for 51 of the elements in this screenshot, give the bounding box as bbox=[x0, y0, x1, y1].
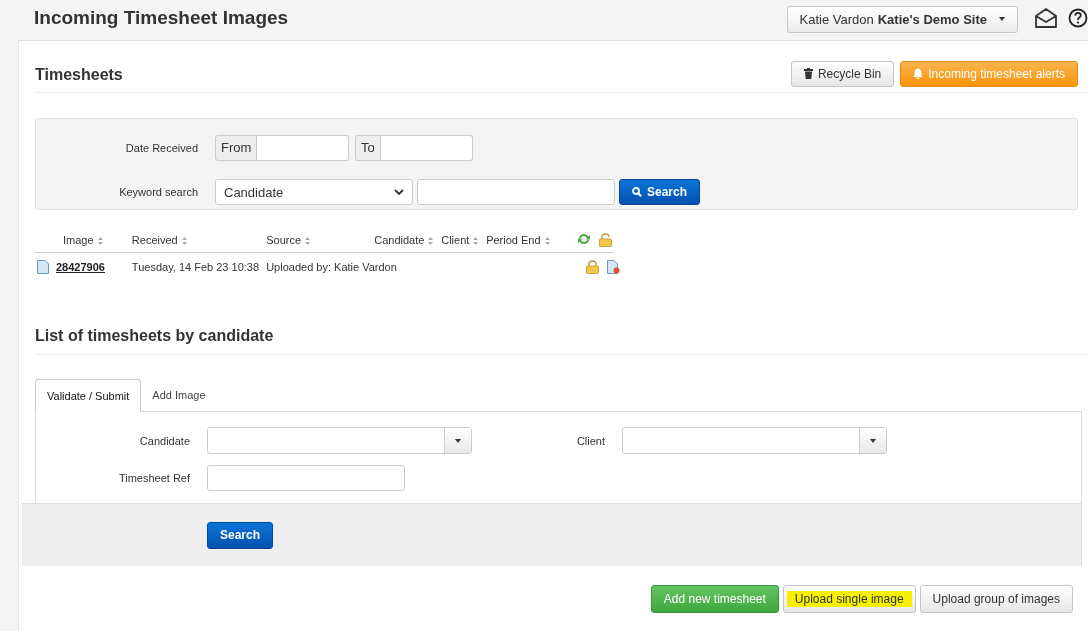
column-header[interactable]: Source bbox=[266, 234, 302, 246]
action-button[interactable]: Upload group of images bbox=[919, 585, 1073, 613]
timesheet-ref-field[interactable] bbox=[207, 465, 405, 491]
search-button[interactable]: Search bbox=[207, 521, 274, 549]
refresh-icon[interactable] bbox=[577, 233, 591, 245]
trash-icon bbox=[803, 68, 813, 79]
action-button[interactable]: Upload single image bbox=[782, 585, 916, 613]
sort-icon[interactable] bbox=[544, 237, 550, 246]
tab[interactable]: Validate / Submit bbox=[35, 379, 142, 412]
search-icon bbox=[632, 187, 642, 198]
sort-icon[interactable] bbox=[305, 237, 311, 246]
column-header[interactable]: Client bbox=[441, 234, 470, 246]
page-title: Incoming Timesheet Images bbox=[34, 7, 290, 29]
image-link[interactable]: 28427906 bbox=[56, 261, 105, 273]
table-cell: Tuesday, 14 Feb 23 10:38 bbox=[131, 261, 260, 273]
field-addon: To bbox=[355, 134, 381, 161]
envelope-icon[interactable] bbox=[1034, 7, 1058, 29]
sort-icon[interactable] bbox=[181, 237, 187, 246]
column-header[interactable]: Candidate bbox=[374, 234, 425, 246]
search-button[interactable]: Search bbox=[619, 179, 701, 206]
bell-icon bbox=[913, 68, 924, 79]
caret-icon[interactable] bbox=[455, 438, 461, 443]
caret-icon[interactable] bbox=[870, 438, 876, 443]
document-delete-icon[interactable] bbox=[607, 259, 620, 274]
from-date-field[interactable] bbox=[257, 134, 349, 161]
column-header[interactable]: Period End bbox=[486, 234, 541, 246]
field-label: Timesheet Ref bbox=[117, 472, 190, 484]
document-icon bbox=[37, 260, 49, 274]
keyword-type-select[interactable]: Candidate bbox=[215, 179, 413, 206]
sort-icon[interactable] bbox=[428, 237, 434, 246]
section-title: Timesheets bbox=[35, 65, 124, 84]
help-icon[interactable] bbox=[1068, 8, 1088, 28]
keyword-field[interactable] bbox=[417, 179, 615, 206]
unlocked-padlock-icon[interactable] bbox=[599, 233, 612, 247]
field-addon: From bbox=[215, 134, 258, 161]
table-cell: Uploaded by: Katie Vardon bbox=[266, 261, 397, 273]
to-date-field[interactable] bbox=[380, 134, 473, 161]
field-label: Date Received bbox=[124, 141, 198, 154]
column-header[interactable]: Image bbox=[63, 234, 94, 246]
chevron-down-icon bbox=[394, 188, 404, 196]
padlock-icon[interactable] bbox=[586, 259, 599, 274]
recycle-bin-button[interactable]: Recycle Bin bbox=[790, 60, 895, 87]
site-dropdown[interactable]: Katie Vardon Katie's Demo Site bbox=[786, 5, 1018, 33]
caret-icon bbox=[999, 17, 1005, 21]
sort-icon[interactable] bbox=[97, 237, 103, 246]
sort-icon[interactable] bbox=[473, 237, 479, 246]
field-label: Client bbox=[575, 434, 605, 447]
field-label: Candidate bbox=[138, 434, 190, 447]
section-title: List of timesheets by candidate bbox=[35, 327, 275, 345]
column-header[interactable]: Received bbox=[131, 234, 178, 246]
field-label: Keyword search bbox=[118, 186, 198, 199]
